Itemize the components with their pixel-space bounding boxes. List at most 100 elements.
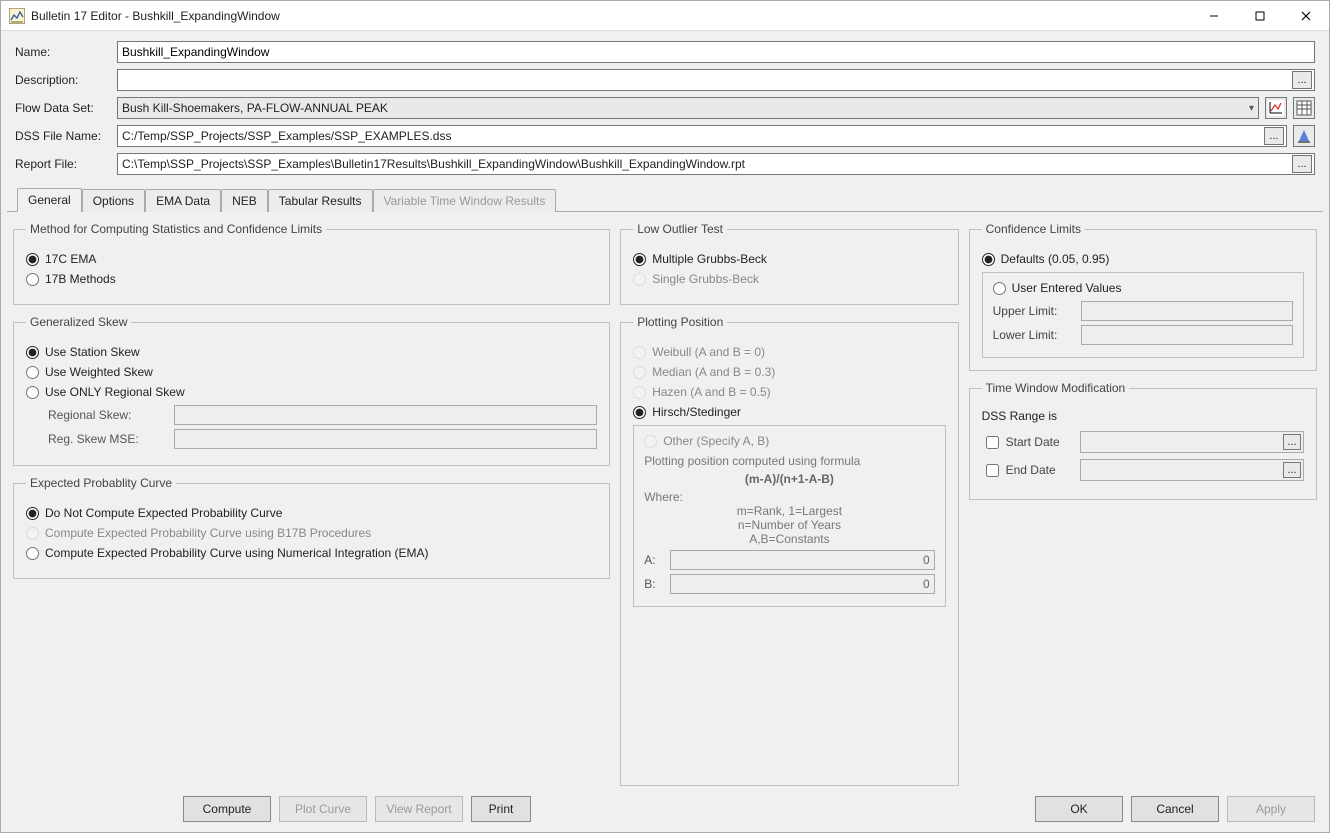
- radio-regional-skew-input[interactable]: [26, 386, 39, 399]
- window-buttons: [1191, 1, 1329, 31]
- radio-epc-b17b-input: [26, 527, 39, 540]
- radio-cl-defaults[interactable]: Defaults (0.05, 0.95): [982, 252, 1304, 266]
- radio-17c-ema[interactable]: 17C EMA: [26, 252, 597, 266]
- tab-strip: General Options EMA Data NEB Tabular Res…: [7, 187, 1323, 212]
- end-date-input: ...: [1080, 459, 1304, 481]
- radio-cl-defaults-label: Defaults (0.05, 0.95): [1001, 252, 1110, 266]
- radio-hazen: Hazen (A and B = 0.5): [633, 385, 945, 399]
- radio-cl-user-label: User Entered Values: [1012, 281, 1122, 295]
- lot-legend: Low Outlier Test: [633, 222, 727, 236]
- pp-legend: Plotting Position: [633, 315, 727, 329]
- radio-cl-user[interactable]: User Entered Values: [993, 281, 1293, 295]
- radio-cl-user-input[interactable]: [993, 282, 1006, 295]
- cl-user-box: User Entered Values Upper Limit: Lower L…: [982, 272, 1304, 358]
- report-file-browse-button[interactable]: ...: [1292, 155, 1312, 173]
- end-date-checkbox-input[interactable]: [986, 464, 999, 477]
- pp-other-box: Other (Specify A, B) Plotting position c…: [633, 425, 945, 607]
- report-file-input[interactable]: C:\Temp\SSP_Projects\SSP_Examples\Bullet…: [122, 157, 1292, 171]
- report-file-label: Report File:: [15, 157, 113, 171]
- radio-hirsch-label: Hirsch/Stedinger: [652, 405, 741, 419]
- radio-mgb-label: Multiple Grubbs-Beck: [652, 252, 767, 266]
- pp-info-line1: Plotting position computed using formula: [644, 454, 934, 468]
- name-input[interactable]: [117, 41, 1315, 63]
- radio-other-input: [644, 435, 657, 448]
- dss-dist-button[interactable]: [1293, 125, 1315, 147]
- radio-median-input: [633, 366, 646, 379]
- dss-file-browse-button[interactable]: ...: [1264, 127, 1284, 145]
- radio-17b-methods-input[interactable]: [26, 273, 39, 286]
- start-date-checkbox[interactable]: Start Date: [982, 433, 1072, 452]
- radio-mgb-input[interactable]: [633, 253, 646, 266]
- radio-weibull-label: Weibull (A and B = 0): [652, 345, 765, 359]
- skew-legend: Generalized Skew: [26, 315, 131, 329]
- flow-table-button[interactable]: [1293, 97, 1315, 119]
- low-outlier-group: Low Outlier Test Multiple Grubbs-Beck Si…: [620, 222, 958, 305]
- ok-button[interactable]: OK: [1035, 796, 1123, 822]
- radio-epc-none[interactable]: Do Not Compute Expected Probability Curv…: [26, 506, 597, 520]
- radio-epc-numint-input[interactable]: [26, 547, 39, 560]
- radio-epc-b17b-label: Compute Expected Probability Curve using…: [45, 526, 371, 540]
- tab-ema-data[interactable]: EMA Data: [145, 189, 221, 212]
- radio-epc-none-input[interactable]: [26, 507, 39, 520]
- flow-data-combo[interactable]: Bush Kill-Shoemakers, PA-FLOW-ANNUAL PEA…: [117, 97, 1259, 119]
- radio-weighted-skew-input[interactable]: [26, 366, 39, 379]
- pp-where: Where:: [644, 490, 934, 504]
- app-window: Bulletin 17 Editor - Bushkill_ExpandingW…: [0, 0, 1330, 833]
- end-date-picker-button: ...: [1283, 462, 1301, 478]
- radio-17c-ema-label: 17C EMA: [45, 252, 96, 266]
- plot-curve-button: Plot Curve: [279, 796, 367, 822]
- tab-general[interactable]: General: [17, 188, 82, 212]
- tab-options[interactable]: Options: [82, 189, 145, 212]
- pp-b-input: [670, 574, 934, 594]
- dss-range-label: DSS Range is: [982, 409, 1304, 423]
- radio-regional-skew[interactable]: Use ONLY Regional Skew: [26, 385, 597, 399]
- radio-17b-methods[interactable]: 17B Methods: [26, 272, 597, 286]
- epc-group: Expected Probablity Curve Do Not Compute…: [13, 476, 610, 579]
- report-file-input-wrapper: C:\Temp\SSP_Projects\SSP_Examples\Bullet…: [117, 153, 1315, 175]
- tab-neb[interactable]: NEB: [221, 189, 268, 212]
- minimize-button[interactable]: [1191, 1, 1237, 31]
- description-browse-button[interactable]: ...: [1292, 71, 1312, 89]
- radio-17b-methods-label: 17B Methods: [45, 272, 116, 286]
- radio-weighted-skew[interactable]: Use Weighted Skew: [26, 365, 597, 379]
- radio-cl-defaults-input[interactable]: [982, 253, 995, 266]
- compute-button[interactable]: Compute: [183, 796, 271, 822]
- regional-skew-input: [174, 405, 597, 425]
- tab-tabular-results[interactable]: Tabular Results: [268, 189, 373, 212]
- apply-button: Apply: [1227, 796, 1315, 822]
- radio-hazen-input: [633, 386, 646, 399]
- flow-plot-button[interactable]: [1265, 97, 1287, 119]
- end-date-checkbox[interactable]: End Date: [982, 461, 1072, 480]
- radio-hirsch-input[interactable]: [633, 406, 646, 419]
- right-column: Confidence Limits Defaults (0.05, 0.95) …: [969, 222, 1317, 786]
- pp-a-label: A:: [644, 553, 664, 567]
- dss-file-input[interactable]: C:/Temp/SSP_Projects/SSP_Examples/SSP_EX…: [122, 129, 1264, 143]
- radio-epc-numint[interactable]: Compute Expected Probability Curve using…: [26, 546, 597, 560]
- lower-limit-input: [1081, 325, 1293, 345]
- radio-multiple-grubbs-beck[interactable]: Multiple Grubbs-Beck: [633, 252, 945, 266]
- reg-skew-mse-label: Reg. Skew MSE:: [48, 432, 168, 446]
- upper-limit-label: Upper Limit:: [993, 304, 1073, 318]
- method-legend: Method for Computing Statistics and Conf…: [26, 222, 326, 236]
- close-button[interactable]: [1283, 1, 1329, 31]
- pp-def-n: n=Number of Years: [644, 518, 934, 532]
- radio-station-skew[interactable]: Use Station Skew: [26, 345, 597, 359]
- radio-hirsch-stedinger[interactable]: Hirsch/Stedinger: [633, 405, 945, 419]
- time-window-group: Time Window Modification DSS Range is St…: [969, 381, 1317, 500]
- pp-b-label: B:: [644, 577, 664, 591]
- end-date-label: End Date: [1006, 463, 1056, 477]
- radio-weibull-input: [633, 346, 646, 359]
- radio-station-skew-input[interactable]: [26, 346, 39, 359]
- print-button[interactable]: Print: [471, 796, 531, 822]
- flow-data-label: Flow Data Set:: [15, 101, 113, 115]
- pp-formula: (m-A)/(n+1-A-B): [644, 472, 934, 486]
- pp-a-input: [670, 550, 934, 570]
- tab-variable-time-window-results: Variable Time Window Results: [373, 189, 557, 212]
- cancel-button[interactable]: Cancel: [1131, 796, 1219, 822]
- maximize-button[interactable]: [1237, 1, 1283, 31]
- footer-buttons: Compute Plot Curve View Report Print OK …: [1, 790, 1329, 832]
- radio-17c-ema-input[interactable]: [26, 253, 39, 266]
- left-column: Method for Computing Statistics and Conf…: [13, 222, 610, 786]
- dss-file-input-wrapper: C:/Temp/SSP_Projects/SSP_Examples/SSP_EX…: [117, 125, 1287, 147]
- start-date-checkbox-input[interactable]: [986, 436, 999, 449]
